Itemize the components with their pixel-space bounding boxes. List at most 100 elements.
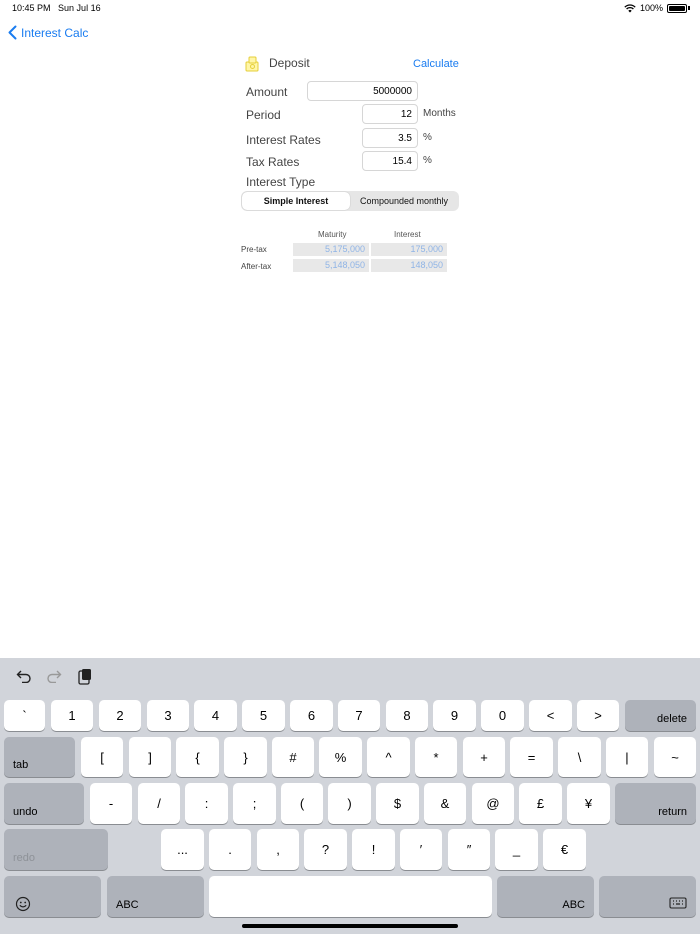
key-3[interactable]: 3: [147, 700, 189, 731]
interest-rate-input[interactable]: 3.5: [362, 128, 418, 148]
keyboard-dismiss-key[interactable]: [599, 876, 696, 917]
key-2[interactable]: 2: [99, 700, 141, 731]
return-key[interactable]: return: [615, 783, 696, 824]
key-greater-than[interactable]: >: [577, 700, 619, 731]
back-button[interactable]: Interest Calc: [8, 25, 88, 40]
key-right-bracket[interactable]: ]: [129, 737, 171, 777]
paste-icon[interactable]: [78, 668, 92, 688]
aftertax-interest-value: 148,050: [371, 259, 447, 272]
status-time: 10:45 PM: [12, 3, 51, 13]
key-question[interactable]: ?: [304, 829, 347, 870]
key-at[interactable]: @: [472, 783, 514, 824]
pretax-interest-value: 175,000: [371, 243, 447, 256]
battery-percent: 100%: [639, 3, 663, 13]
chevron-left-icon: [8, 25, 17, 40]
redo-icon[interactable]: [46, 669, 62, 686]
interest-type-label: Interest Type: [246, 175, 316, 189]
deposit-title: Deposit: [269, 56, 310, 70]
key-1[interactable]: 1: [51, 700, 93, 731]
key-plus[interactable]: +: [463, 737, 505, 777]
key-left-paren[interactable]: (: [281, 783, 323, 824]
key-colon[interactable]: :: [185, 783, 228, 824]
key-left-bracket[interactable]: [: [81, 737, 123, 777]
key-less-than[interactable]: <: [529, 700, 572, 731]
key-7[interactable]: 7: [338, 700, 380, 731]
tax-rate-unit: %: [423, 155, 432, 166]
period-input[interactable]: 12: [362, 104, 418, 124]
status-date: Sun Jul 16: [58, 3, 101, 13]
key-6[interactable]: 6: [290, 700, 333, 731]
key-9[interactable]: 9: [433, 700, 476, 731]
status-right: 100%: [624, 3, 690, 13]
abc-key-right[interactable]: ABC: [497, 876, 594, 917]
interest-type-segmented-control: Simple Interest Compounded monthly: [241, 191, 459, 211]
key-right-brace[interactable]: }: [224, 737, 267, 777]
key-8[interactable]: 8: [386, 700, 428, 731]
key-dollar[interactable]: $: [376, 783, 419, 824]
key-double-prime[interactable]: ″: [448, 829, 490, 870]
calculate-button[interactable]: Calculate: [413, 58, 459, 70]
key-semicolon[interactable]: ;: [233, 783, 276, 824]
key-comma[interactable]: ,: [257, 829, 299, 870]
aftertax-maturity-value: 5,148,050: [293, 259, 369, 272]
undo-key[interactable]: undo: [4, 783, 84, 824]
key-pipe[interactable]: |: [606, 737, 648, 777]
pretax-label: Pre-tax: [241, 245, 267, 254]
key-left-brace[interactable]: {: [176, 737, 219, 777]
pretax-maturity-value: 5,175,000: [293, 243, 369, 256]
key-exclamation[interactable]: !: [352, 829, 395, 870]
key-0[interactable]: 0: [481, 700, 524, 731]
key-5[interactable]: 5: [242, 700, 285, 731]
key-hash[interactable]: #: [272, 737, 314, 777]
home-indicator: [242, 924, 458, 928]
key-right-paren[interactable]: ): [328, 783, 371, 824]
space-key[interactable]: [209, 876, 492, 917]
key-ellipsis[interactable]: ...: [161, 829, 204, 870]
tax-rate-input[interactable]: 15.4: [362, 151, 418, 171]
period-unit: Months: [423, 108, 456, 119]
key-pound[interactable]: £: [519, 783, 562, 824]
deposit-icon: [244, 54, 260, 77]
key-backslash[interactable]: \: [558, 737, 601, 777]
amount-label: Amount: [246, 85, 288, 99]
key-hyphen[interactable]: -: [90, 783, 132, 824]
aftertax-label: After-tax: [241, 262, 272, 271]
key-period[interactable]: .: [209, 829, 251, 870]
key-percent[interactable]: %: [319, 737, 362, 777]
delete-key[interactable]: delete: [625, 700, 696, 731]
key-backtick[interactable]: `: [4, 700, 45, 731]
key-caret[interactable]: ^: [367, 737, 410, 777]
emoji-key[interactable]: [4, 876, 101, 917]
key-underscore[interactable]: _: [495, 829, 538, 870]
key-prime[interactable]: ′: [400, 829, 442, 870]
key-asterisk[interactable]: *: [415, 737, 457, 777]
keyboard: ` 1 2 3 4 5 6 7 8 9 0 < > delete tab [ ]…: [0, 658, 700, 934]
back-label: Interest Calc: [21, 25, 89, 40]
abc-key-left[interactable]: ABC: [107, 876, 204, 917]
interest-rate-label: Interest Rates: [246, 133, 321, 147]
wifi-icon: [624, 3, 636, 12]
key-slash[interactable]: /: [138, 783, 180, 824]
undo-icon[interactable]: [16, 669, 32, 686]
interest-column-header: Interest: [394, 230, 421, 239]
interest-rate-unit: %: [423, 132, 432, 143]
battery-tip: [688, 6, 690, 10]
redo-key[interactable]: redo: [4, 829, 108, 870]
period-label: Period: [246, 108, 281, 122]
key-yen[interactable]: ¥: [567, 783, 610, 824]
battery-icon: [667, 3, 687, 13]
status-time-date: 10:45 PM Sun Jul 16: [12, 3, 101, 13]
key-equals[interactable]: =: [510, 737, 553, 777]
key-euro[interactable]: €: [543, 829, 586, 870]
key-ampersand[interactable]: &: [424, 783, 466, 824]
tax-rate-label: Tax Rates: [246, 155, 300, 169]
segment-simple-interest[interactable]: Simple Interest: [242, 192, 350, 210]
segment-compounded-monthly[interactable]: Compounded monthly: [350, 192, 458, 210]
emoji-icon: [15, 896, 30, 911]
maturity-column-header: Maturity: [318, 230, 347, 239]
key-4[interactable]: 4: [194, 700, 237, 731]
tab-key[interactable]: tab: [4, 737, 75, 777]
key-tilde[interactable]: ~: [654, 737, 696, 777]
amount-input[interactable]: 5000000: [307, 81, 418, 101]
keyboard-dismiss-icon: [668, 896, 687, 909]
